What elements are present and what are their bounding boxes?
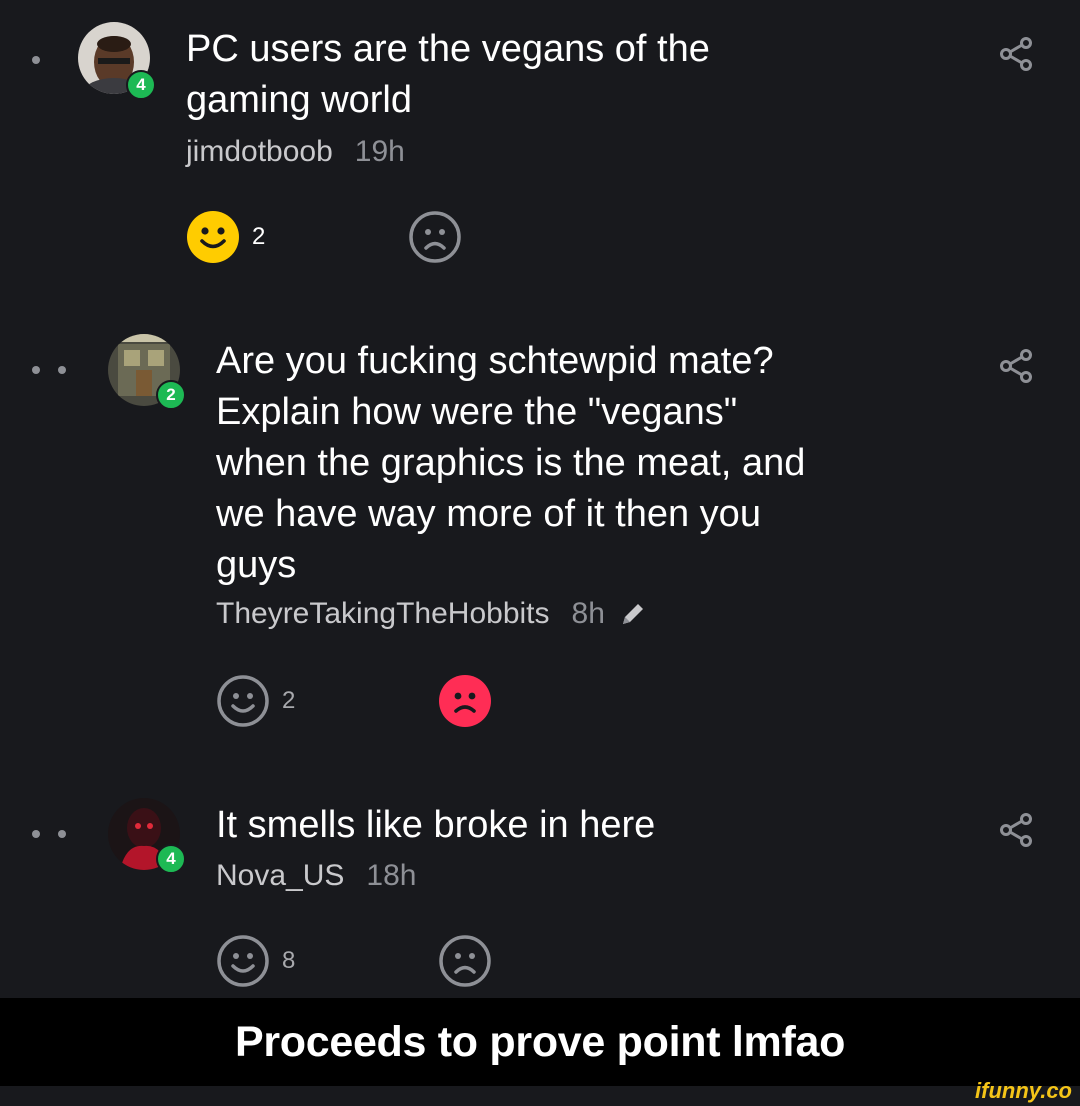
username[interactable]: Nova_US bbox=[216, 858, 344, 894]
smile-reaction-button[interactable]: 8 bbox=[216, 934, 295, 988]
smile-reaction-button[interactable]: 2 bbox=[186, 210, 265, 264]
comment-text-line: when the graphics is the meat, and bbox=[216, 442, 806, 484]
comment-text-line: Are you fucking schtewpid mate? bbox=[216, 340, 774, 382]
username[interactable]: TheyreTakingTheHobbits bbox=[216, 596, 550, 632]
smile-count: 2 bbox=[282, 687, 296, 714]
level-badge: 4 bbox=[156, 844, 186, 874]
comment-text-line: Explain how were the "vegans" bbox=[216, 391, 738, 433]
caption-bar: Proceeds to prove point lmfao bbox=[0, 998, 1080, 1086]
level-badge: 4 bbox=[126, 70, 156, 100]
comment-text: It smells like broke in here bbox=[216, 800, 655, 851]
frown-icon[interactable] bbox=[438, 934, 492, 988]
share-icon[interactable] bbox=[998, 36, 1034, 72]
timestamp: 18h bbox=[366, 859, 417, 892]
thread-depth-indicator bbox=[32, 830, 66, 838]
frown-icon[interactable] bbox=[408, 210, 462, 264]
smile-count: 2 bbox=[252, 223, 266, 250]
share-icon[interactable] bbox=[998, 812, 1034, 848]
comment-meta: jimdotboob 19h bbox=[186, 134, 405, 170]
ifunny-watermark: ifunny.co bbox=[975, 1078, 1072, 1103]
caption-text: Proceeds to prove point lmfao bbox=[234, 1017, 846, 1066]
thread-depth-indicator bbox=[32, 366, 66, 374]
comment-text: Are you fucking schtewpid mate? Explain … bbox=[216, 336, 805, 591]
timestamp: 19h bbox=[354, 135, 405, 168]
comment-meta: Nova_US 18h bbox=[216, 858, 416, 894]
smile-icon bbox=[217, 675, 269, 727]
level-badge: 2 bbox=[156, 380, 186, 410]
comment-meta: TheyreTakingTheHobbits 8h bbox=[216, 596, 647, 632]
comment-text-line: PC users are the vegans of the bbox=[186, 28, 710, 70]
comment-text: PC users are the vegans of the gaming wo… bbox=[186, 24, 710, 126]
smile-icon bbox=[217, 935, 269, 987]
comment-text-line: It smells like broke in here bbox=[216, 804, 656, 846]
share-icon[interactable] bbox=[998, 348, 1034, 384]
timestamp: 8h bbox=[571, 597, 605, 630]
comment-text-line: we have way more of it then you bbox=[216, 493, 761, 535]
comment-text-line: guys bbox=[216, 544, 297, 586]
smile-reaction-button[interactable]: 2 bbox=[216, 674, 295, 728]
thread-depth-indicator bbox=[32, 56, 40, 64]
frown-icon[interactable] bbox=[438, 674, 492, 728]
smile-count: 8 bbox=[282, 947, 296, 974]
comment-text-line: gaming world bbox=[186, 79, 412, 121]
smile-icon bbox=[187, 211, 239, 263]
username[interactable]: jimdotboob bbox=[186, 134, 333, 170]
edited-pencil-icon bbox=[622, 604, 643, 624]
